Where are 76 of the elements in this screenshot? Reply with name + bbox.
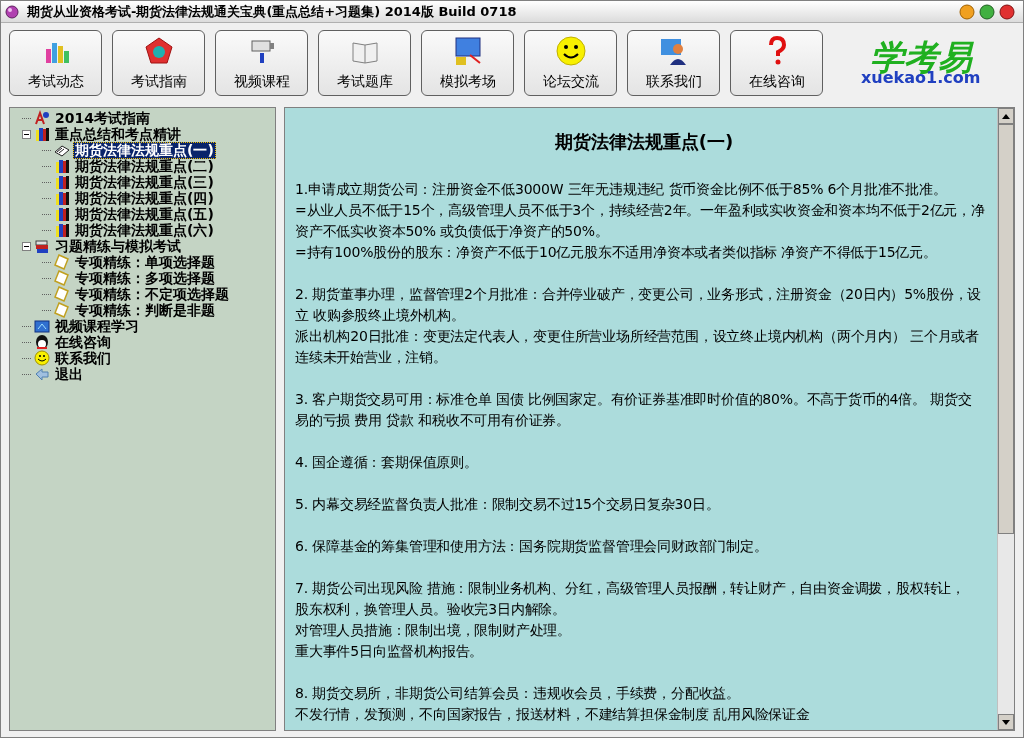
tree-item[interactable]: 习题精练与模拟考试 [53, 237, 183, 255]
tree-item[interactable]: 专项精练：单项选择题 [73, 253, 217, 271]
tree-item[interactable]: 期货法律法规重点(五) [73, 205, 216, 223]
text-line: 资产不低实收资本50% 或负债低于净资产的50%。 [295, 222, 610, 241]
notepad-icon [54, 302, 70, 318]
tree-item[interactable]: 期货法律法规重点(二) [73, 157, 216, 175]
tree-item[interactable]: 2014考试指南 [53, 109, 152, 127]
book-stack-icon [34, 238, 50, 254]
tree-item[interactable]: 联系我们 [53, 349, 113, 367]
logo: 学考易 xuekao1.com [861, 40, 981, 86]
books-icon [54, 174, 70, 190]
tree-item[interactable]: 专项精练：多项选择题 [73, 269, 217, 287]
letter-a-icon [34, 110, 50, 126]
exit-arrow-icon [34, 366, 50, 382]
text-line: 对管理人员措施：限制出境，限制财产处理。 [295, 621, 572, 640]
tree-item[interactable]: 在线咨询 [53, 333, 113, 351]
notepad-icon [54, 286, 70, 302]
tree-item[interactable]: 期货法律法规重点(一) [73, 141, 216, 159]
collapse-toggle[interactable] [22, 241, 31, 251]
text-line: 连续未开始营业，注销。 [295, 348, 448, 367]
books-icon [54, 206, 70, 222]
down-arrow-icon [1002, 719, 1010, 725]
text-line: 立 收购参股终止境外机构。 [295, 306, 466, 325]
notepad-icon [54, 270, 70, 286]
text-line: 3. 客户期货交易可用：标准仓单 国债 比例国家定。有价证券基准即时价值的80%。不高于货币的4倍。 期货交 [295, 390, 973, 409]
text-line: =持有100%股份的股东：净资产不低于10亿元股东不适用净资本或者类似指标 净资产不得低于15亿元。 [295, 243, 938, 262]
toolbar-button[interactable]: 视频课程 [215, 30, 308, 96]
smiley-icon [554, 34, 587, 67]
text-line: 7. 期货公司出现风险 措施：限制业务机构、分红，高级管理人员报酬，转让财产，自由资金调拨，股权转让， [295, 579, 967, 598]
tree-item[interactable]: 期货法律法规重点(三) [73, 173, 216, 191]
books-icon [54, 158, 70, 174]
notepad-icon [54, 254, 70, 270]
window-title: 期货从业资格考试-期货法律法规通关宝典(重点总结+习题集) 2014版 Build 0718 [27, 2, 518, 21]
toolbar-button[interactable]: 考试指南 [112, 30, 205, 96]
close-button[interactable] [999, 3, 1015, 20]
tree-item[interactable]: 视频课程学习 [53, 317, 141, 335]
film-icon [34, 318, 50, 334]
text-line: 4. 国企遵循：套期保值原则。 [295, 453, 479, 472]
books-icon [54, 190, 70, 206]
smiley-icon [34, 350, 50, 366]
app-icon [5, 4, 19, 19]
tree-item[interactable]: 专项精练：判断是非题 [73, 301, 217, 319]
up-arrow-icon [1002, 113, 1010, 119]
collapse-toggle[interactable] [22, 129, 31, 139]
tree-item[interactable]: 重点总结和考点精讲 [53, 125, 183, 143]
text-line: 1.申请成立期货公司：注册资金不低3000W 三年无违规违纪 货币资金比例不低于85% 6个月批准不批准。 [295, 180, 948, 199]
text-line: 不发行情，发预测，不向国家报告，报送材料，不建结算担保金制度 乱用风险保证金 [295, 705, 811, 724]
penguin-icon [34, 334, 50, 350]
text-line: 派出机构20日批准：变更法定代表人，变更住所营业场所经营范围，设立终止境内机构（两个月内） 三个月或者 [295, 327, 981, 346]
text-line: 股东权利，换管理人员。验收完3日内解除。 [295, 600, 567, 619]
scroll-up-button[interactable] [998, 108, 1014, 124]
minimize-button[interactable] [959, 3, 975, 20]
toolbar-button[interactable]: 考试动态 [9, 30, 102, 96]
text-line: 6. 保障基金的筹集管理和使用方法：国务院期货监督管理会同财政部门制定。 [295, 537, 769, 556]
toolbar-button[interactable]: 考试题库 [318, 30, 411, 96]
text-line: =从业人员不低于15个，高级管理人员不低于3个，持续经营2年。一年盈利或实收资金和资本均不低于2亿元，净 [295, 201, 986, 220]
tree-item[interactable]: 期货法律法规重点(四) [73, 189, 216, 207]
scroll-thumb[interactable] [998, 124, 1014, 534]
maximize-button[interactable] [979, 3, 995, 20]
toolbar-button[interactable]: 联系我们 [627, 30, 720, 96]
books-icon [34, 126, 50, 142]
article-title: 期货法律法规重点(一) [553, 130, 735, 154]
tree-item[interactable]: 专项精练：不定项选择题 [73, 285, 231, 303]
scrollbar[interactable] [997, 108, 1014, 730]
scroll-down-button[interactable] [998, 714, 1014, 730]
tree-item[interactable]: 期货法律法规重点(六) [73, 221, 216, 239]
text-line: 2. 期货董事办理，监督管理2个月批准：合并停业破产，变更公司，业务形式，注册资金（20日内）5%股份，设 [295, 285, 983, 304]
books-icon [54, 222, 70, 238]
text-line: 8. 期货交易所，非期货公司结算会员：违规收会员，手续费，分配收益。 [295, 684, 741, 703]
tree-item[interactable]: 退出 [53, 365, 85, 383]
text-line: 易的亏损 费用 贷款 和税收不可用有价证券。 [295, 411, 571, 430]
text-line: 5. 内幕交易经监督负责人批准：限制交易不过15个交易日复杂30日。 [295, 495, 721, 514]
toolbar-button[interactable]: 模拟考场 [421, 30, 514, 96]
toolbar-button[interactable]: 论坛交流 [524, 30, 617, 96]
text-line: 重大事件5日向监督机构报告。 [295, 642, 485, 661]
toolbar-button[interactable]: 在线咨询 [730, 30, 823, 96]
